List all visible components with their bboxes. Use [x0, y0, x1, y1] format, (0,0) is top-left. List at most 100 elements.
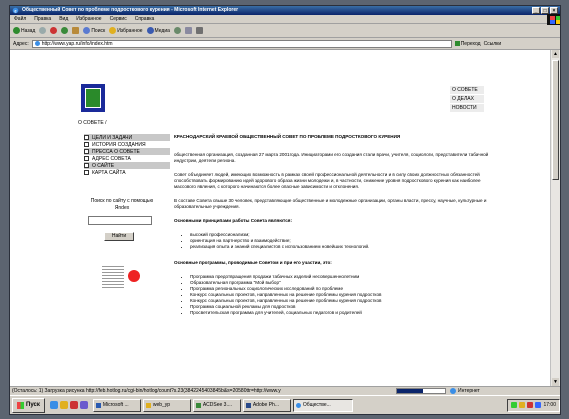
links-button[interactable]: Ссылки — [484, 41, 502, 47]
maximize-button[interactable]: □ — [541, 7, 549, 14]
refresh-icon — [61, 27, 69, 34]
task-label: Adobe Ph... — [252, 402, 279, 408]
top-nav-news[interactable]: НОВОСТИ — [450, 104, 484, 112]
page-icon — [34, 41, 40, 46]
hotlog-icon — [128, 270, 140, 282]
task-ie-active[interactable]: Обществе... — [292, 398, 353, 412]
mission-paragraph: Совет объединяет людей, имеющих возможно… — [174, 172, 481, 189]
checkbox-icon — [84, 149, 89, 154]
programs-title: Основные программы, проводимые Советом и… — [174, 260, 332, 265]
intro-paragraph: общественная организация, созданная 27 м… — [174, 152, 489, 163]
left-nav-label: О САЙТЕ — [92, 162, 115, 169]
left-nav-sitemap[interactable]: КАРТА САЙТА — [84, 169, 170, 176]
search-icon — [83, 27, 91, 34]
desktop-screen: e Общественный Совет по проблеме подрост… — [10, 6, 560, 414]
status-bar: (Осталось: 1) Загрузка рисунка http://fe… — [10, 386, 560, 395]
menu-tools[interactable]: Сервис — [110, 15, 127, 23]
task-word[interactable]: Microsoft ... — [92, 398, 141, 412]
globe-icon — [450, 388, 456, 394]
back-button[interactable]: Назад — [13, 27, 35, 34]
left-nav-about-site[interactable]: О САЙТЕ — [84, 162, 170, 169]
home-icon — [72, 27, 80, 34]
minimize-button[interactable]: _ — [532, 7, 540, 14]
tray-icon[interactable] — [511, 402, 518, 408]
mail-button[interactable] — [184, 27, 192, 34]
left-nav-label: ПРЕССА О СОВЕТЕ — [92, 148, 140, 155]
vertical-scrollbar[interactable]: ▲ ▼ — [550, 50, 560, 386]
breadcrumb: О СОВЕТЕ / — [78, 120, 107, 126]
principles-title: Основными принципами работы Совета являю… — [174, 218, 292, 223]
site-search-button[interactable]: Найти — [104, 232, 134, 241]
close-button[interactable]: × — [550, 7, 558, 14]
back-arrow-icon — [13, 27, 20, 34]
tray-icon[interactable] — [527, 402, 534, 408]
quick-launch — [49, 401, 88, 409]
scroll-up-icon[interactable]: ▲ — [552, 50, 559, 58]
print-icon — [195, 27, 203, 34]
task-label: Microsoft ... — [102, 402, 129, 408]
menu-help[interactable]: Справка — [135, 15, 155, 23]
ie-quicklaunch-icon[interactable] — [49, 401, 58, 409]
address-bar: Адрес: http://www.yap.ru/info/index.htm … — [10, 38, 560, 50]
principles-list: высокий профессионализм; ориентация на п… — [174, 232, 494, 250]
clock: 17:00 — [543, 402, 556, 408]
hit-counter[interactable] — [102, 266, 142, 288]
list-item: Просветительская программа для учителей,… — [190, 310, 494, 316]
address-input[interactable]: http://www.yap.ru/info/index.htm — [31, 39, 452, 48]
left-nav: ЦЕЛИ И ЗАДАЧИ ИСТОРИЯ СОЗДАНИЯ ПРЕССА О … — [84, 134, 170, 176]
left-nav-goals[interactable]: ЦЕЛИ И ЗАДАЧИ — [84, 134, 170, 141]
print-button[interactable] — [195, 27, 203, 34]
go-button[interactable]: Переход — [454, 41, 481, 47]
media-button[interactable]: Медиа — [146, 27, 170, 34]
address-url: http://www.yap.ru/info/index.htm — [41, 40, 113, 47]
task-acdsee[interactable]: ACDSee 3.... — [192, 398, 241, 412]
top-nav-activities[interactable]: О ДЕЛАХ — [450, 95, 484, 103]
left-nav-address[interactable]: АДРЕС СОВЕТА — [84, 155, 170, 162]
checkbox-icon — [84, 163, 89, 168]
security-zone: Интернет — [450, 388, 480, 394]
menu-view[interactable]: Вид — [59, 15, 68, 23]
start-button[interactable]: Пуск — [12, 397, 45, 413]
page-heading: КРАСНОДАРСКИЙ КРАЕВОЙ ОБЩЕСТВЕННЫЙ СОВЕТ… — [174, 134, 401, 139]
history-button[interactable] — [173, 27, 181, 34]
favorites-button[interactable]: Избранное — [109, 27, 143, 34]
task-label: Обществе... — [302, 402, 331, 408]
stop-button[interactable] — [50, 27, 58, 34]
task-folder[interactable]: web_yp — [142, 398, 191, 412]
system-tray: 17:00 — [507, 398, 560, 412]
word-icon — [95, 402, 101, 408]
top-nav-about[interactable]: О СОВЕТЕ — [450, 86, 484, 94]
scroll-thumb[interactable] — [552, 60, 559, 180]
ie-icon — [295, 402, 301, 408]
site-logo[interactable] — [81, 84, 105, 112]
scroll-down-icon[interactable]: ▼ — [552, 378, 559, 386]
left-nav-label: ИСТОРИЯ СОЗДАНИЯ — [92, 141, 146, 148]
menu-bar: Файл Правка Вид Избранное Сервис Справка — [10, 15, 560, 24]
media-quicklaunch-icon[interactable] — [79, 401, 88, 409]
refresh-button[interactable] — [61, 27, 69, 34]
left-nav-press[interactable]: ПРЕССА О СОВЕТЕ — [84, 148, 170, 155]
forward-button[interactable] — [39, 27, 47, 34]
folder-icon — [145, 402, 151, 408]
menu-file[interactable]: Файл — [14, 15, 26, 23]
menu-edit[interactable]: Правка — [34, 15, 51, 23]
site-search-input[interactable] — [88, 216, 152, 225]
task-label: ACDSee 3.... — [202, 402, 233, 408]
folder-quicklaunch-icon[interactable] — [59, 401, 68, 409]
tray-icon[interactable] — [535, 402, 542, 408]
main-article: КРАСНОДАРСКИЙ КРАЕВОЙ ОБЩЕСТВЕННЫЙ СОВЕТ… — [174, 134, 494, 326]
go-arrow-icon — [454, 41, 460, 46]
left-nav-history[interactable]: ИСТОРИЯ СОЗДАНИЯ — [84, 141, 170, 148]
zone-label: Интернет — [458, 388, 480, 394]
home-button[interactable] — [72, 27, 80, 34]
tray-icon[interactable] — [519, 402, 526, 408]
app-quicklaunch-icon[interactable] — [69, 401, 78, 409]
history-icon — [173, 27, 181, 34]
media-icon — [146, 27, 154, 34]
site-search-label: Поиск по сайту с помощью Яndex — [90, 198, 154, 211]
search-button[interactable]: Поиск — [83, 27, 105, 34]
task-photoshop[interactable]: Adobe Ph... — [242, 398, 291, 412]
search-label: Поиск — [91, 27, 106, 34]
menu-favorites[interactable]: Избранное — [76, 15, 101, 23]
acdsee-icon — [195, 402, 201, 408]
